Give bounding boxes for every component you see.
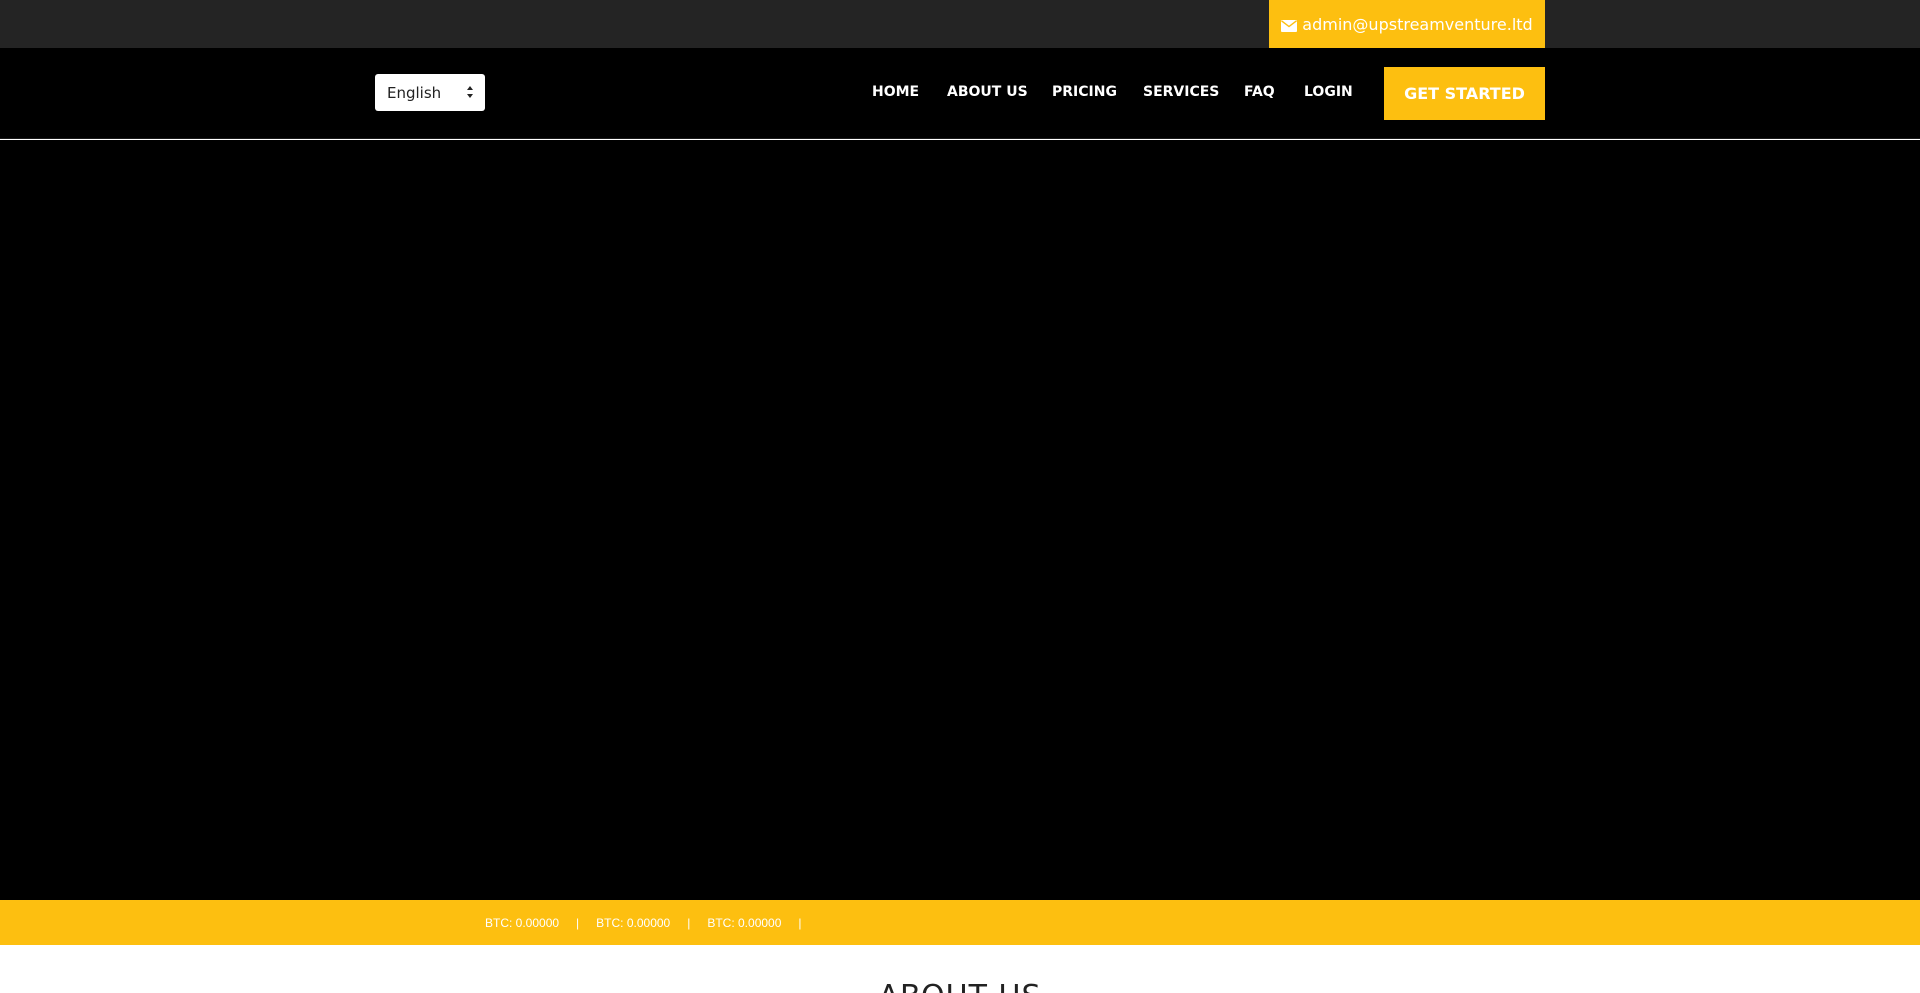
ticker-separator: | bbox=[576, 916, 580, 930]
nav-about-us[interactable]: ABOUT US bbox=[947, 84, 1028, 100]
email-contact-link[interactable]: admin@upstreamventure.ltd bbox=[1269, 0, 1545, 48]
ticker-separator: | bbox=[687, 916, 691, 930]
select-arrows-icon bbox=[466, 85, 474, 99]
language-select[interactable]: English bbox=[375, 74, 485, 111]
envelope-icon bbox=[1281, 17, 1298, 32]
email-text: admin@upstreamventure.ltd bbox=[1302, 14, 1533, 34]
price-ticker: BTC: 0.00000 | BTC: 0.00000 | BTC: 0.000… bbox=[0, 900, 1920, 945]
get-started-button[interactable]: GET STARTED bbox=[1384, 67, 1545, 120]
nav-home[interactable]: HOME bbox=[872, 84, 919, 100]
nav-faq[interactable]: FAQ bbox=[1244, 84, 1275, 100]
about-section: ABOUT US bbox=[0, 945, 1920, 993]
about-heading: ABOUT US bbox=[0, 979, 1920, 993]
ticker-items: BTC: 0.00000 | BTC: 0.00000 | BTC: 0.000… bbox=[485, 916, 819, 930]
top-bar: admin@upstreamventure.ltd bbox=[0, 0, 1920, 48]
ticker-item: BTC: 0.00000 bbox=[485, 916, 560, 930]
ticker-item: BTC: 0.00000 bbox=[707, 916, 782, 930]
nav-services[interactable]: SERVICES bbox=[1143, 84, 1219, 100]
hero-section bbox=[0, 140, 1920, 900]
ticker-item: BTC: 0.00000 bbox=[596, 916, 671, 930]
language-selected-value: English bbox=[387, 83, 442, 102]
ticker-separator: | bbox=[798, 916, 802, 930]
main-header: English HOME ABOUT US PRICING SERVICES F… bbox=[0, 48, 1920, 139]
nav-login[interactable]: LOGIN bbox=[1304, 84, 1353, 100]
nav-pricing[interactable]: PRICING bbox=[1052, 84, 1117, 100]
